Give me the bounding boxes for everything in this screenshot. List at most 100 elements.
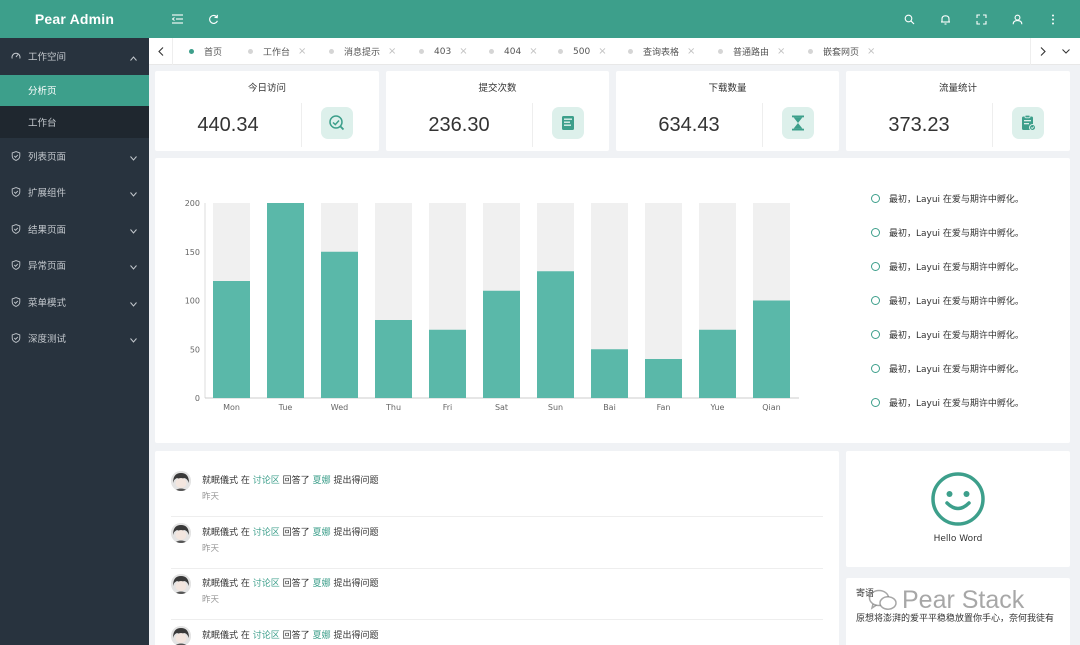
timeline-dot xyxy=(871,194,880,203)
activity-text: 就眠儀式 在 讨论区 回答了 夏娜 提出得问题 xyxy=(202,473,378,486)
tab-query-table[interactable]: 查询表格 × xyxy=(628,38,695,65)
x-tick-label: Sat xyxy=(495,403,508,412)
wechat-icon xyxy=(868,589,897,610)
close-icon[interactable]: × xyxy=(388,46,396,57)
x-tick-label: Fri xyxy=(443,403,453,412)
more-icon[interactable] xyxy=(1046,12,1060,26)
sidebar-item-list-pages[interactable]: 列表页面 xyxy=(0,138,149,175)
timeline-item: 最初，Layui 在爱与期许中孵化。 xyxy=(871,328,1024,341)
sidebar-item-label: 工作台 xyxy=(28,117,57,129)
tab-scroll-right[interactable] xyxy=(1030,38,1054,65)
bell-icon[interactable] xyxy=(938,12,952,26)
x-tick-label: Tue xyxy=(278,403,293,412)
tab-label: 消息提示 xyxy=(344,48,381,58)
sidebar-item-analysis[interactable]: 分析页 xyxy=(0,74,149,106)
watermark-text: Pear Stack xyxy=(902,586,1025,614)
shield-check-icon xyxy=(11,150,21,161)
chevron-down-icon xyxy=(130,335,137,346)
avatar[interactable] xyxy=(171,471,191,491)
sidebar-item-result-pages[interactable]: 结果页面 xyxy=(0,211,149,248)
activity-target-link[interactable]: 夏娜 xyxy=(313,476,331,486)
tab-label: 普通路由 xyxy=(733,48,770,58)
y-tick-label: 100 xyxy=(185,297,200,306)
avatar[interactable] xyxy=(171,574,191,594)
chevron-down-icon xyxy=(130,226,137,237)
activity-target-link[interactable]: 夏娜 xyxy=(313,631,331,641)
close-icon[interactable]: × xyxy=(598,46,606,57)
user-icon[interactable] xyxy=(1010,12,1024,26)
tab-label: 403 xyxy=(434,46,452,57)
activity-time: 昨天 xyxy=(202,595,220,605)
timeline-text: 最初，Layui 在爱与期许中孵化。 xyxy=(889,195,1024,205)
stat-card-traffic: 流量统计 373.23 xyxy=(846,71,1070,151)
top-header xyxy=(149,0,1080,38)
activity-target-link[interactable]: 夏娜 xyxy=(313,528,331,538)
app-logo[interactable]: Pear Admin xyxy=(0,0,149,38)
chevron-up-icon xyxy=(130,53,137,64)
tab-normal-route[interactable]: 普通路由 × xyxy=(718,38,785,65)
stat-card-submissions: 提交次数 236.30 xyxy=(386,71,609,151)
timeline-item: 最初，Layui 在爱与期许中孵化。 xyxy=(871,294,1024,307)
sidebar-item-menu-modes[interactable]: 菜单模式 xyxy=(0,284,149,321)
activity-user: 就眠儀式 xyxy=(202,527,239,538)
tab-messages[interactable]: 消息提示 × xyxy=(329,38,396,65)
activity-word: 在 xyxy=(240,579,250,589)
timeline-dot xyxy=(871,296,880,305)
close-icon[interactable]: × xyxy=(867,46,875,57)
activity-item: 就眠儀式 在 讨论区 回答了 夏娜 提出得问题昨天 xyxy=(171,518,823,569)
timeline-dot xyxy=(871,228,880,237)
close-icon[interactable]: × xyxy=(687,46,695,57)
activity-target-link[interactable]: 夏娜 xyxy=(313,579,331,589)
bar xyxy=(537,271,574,398)
sidebar-item-error-pages[interactable]: 异常页面 xyxy=(0,247,149,284)
avatar[interactable] xyxy=(171,522,191,543)
shield-check-icon xyxy=(11,187,21,198)
close-icon[interactable]: × xyxy=(777,46,785,57)
sidebar-item-workbench[interactable]: 工作台 xyxy=(0,106,149,138)
tab-403[interactable]: 403 × xyxy=(419,38,468,65)
avatar[interactable] xyxy=(171,625,191,645)
tab-dropdown[interactable] xyxy=(1054,38,1078,65)
tab-home[interactable]: 首页 xyxy=(189,38,222,65)
close-icon[interactable]: × xyxy=(459,46,467,57)
tab-label: 工作台 xyxy=(263,48,291,58)
sidebar-item-deep-test[interactable]: 深度测试 xyxy=(0,320,149,357)
timeline-item: 最初，Layui 在爱与期许中孵化。 xyxy=(871,396,1024,409)
activity-word: 在 xyxy=(240,630,250,641)
status-dot xyxy=(329,49,334,54)
stat-title: 下载数量 xyxy=(708,83,747,94)
search-icon[interactable] xyxy=(902,12,916,26)
refresh-icon[interactable] xyxy=(206,12,220,26)
stat-title: 流量统计 xyxy=(938,83,977,94)
sidebar-item-workspace[interactable]: 工作空间 xyxy=(0,38,149,75)
sidebar-item-extensions[interactable]: 扩展组件 xyxy=(0,174,149,211)
chevron-down-icon xyxy=(130,153,137,164)
sidebar-item-label: 结果页面 xyxy=(28,224,67,236)
sidebar-item-label: 菜单模式 xyxy=(28,297,67,309)
activity-user: 就眠儀式 xyxy=(202,630,239,641)
watermark: Pear Stack xyxy=(868,586,1024,615)
tab-scroll-left[interactable] xyxy=(149,38,173,65)
tab-500[interactable]: 500 × xyxy=(558,38,607,65)
sidebar-menu: 工作空间 分析页 工作台 列表页面 扩展组件 结果页面 异常页面 菜单模式 深度… xyxy=(0,38,149,357)
tab-nested-page[interactable]: 嵌套网页 × xyxy=(808,38,875,65)
bar xyxy=(267,203,304,398)
sidebar-item-label: 分析页 xyxy=(28,86,57,98)
y-tick-label: 200 xyxy=(185,199,200,208)
activity-place-link[interactable]: 讨论区 xyxy=(253,528,280,538)
bar-chart: 0 50 100 150 200 Mon Tue Wed Thu Fri Sat Sun Bai Fan Y… xyxy=(185,199,799,412)
activity-place-link[interactable]: 讨论区 xyxy=(253,476,280,486)
sidebar-item-label: 深度测试 xyxy=(28,334,67,346)
menu-toggle-icon[interactable] xyxy=(171,12,185,26)
tab-label: 嵌套网页 xyxy=(823,48,860,58)
tab-404[interactable]: 404 × xyxy=(489,38,538,65)
close-icon[interactable]: × xyxy=(298,46,306,57)
close-icon[interactable]: × xyxy=(529,46,537,57)
x-tick-label: Sun xyxy=(548,403,563,412)
tab-workbench[interactable]: 工作台 × xyxy=(248,38,306,65)
fullscreen-icon[interactable] xyxy=(974,12,988,26)
activity-place-link[interactable]: 讨论区 xyxy=(253,631,280,641)
dashboard-icon xyxy=(11,51,21,61)
activity-place-link[interactable]: 讨论区 xyxy=(253,579,280,589)
status-dot xyxy=(718,49,723,54)
